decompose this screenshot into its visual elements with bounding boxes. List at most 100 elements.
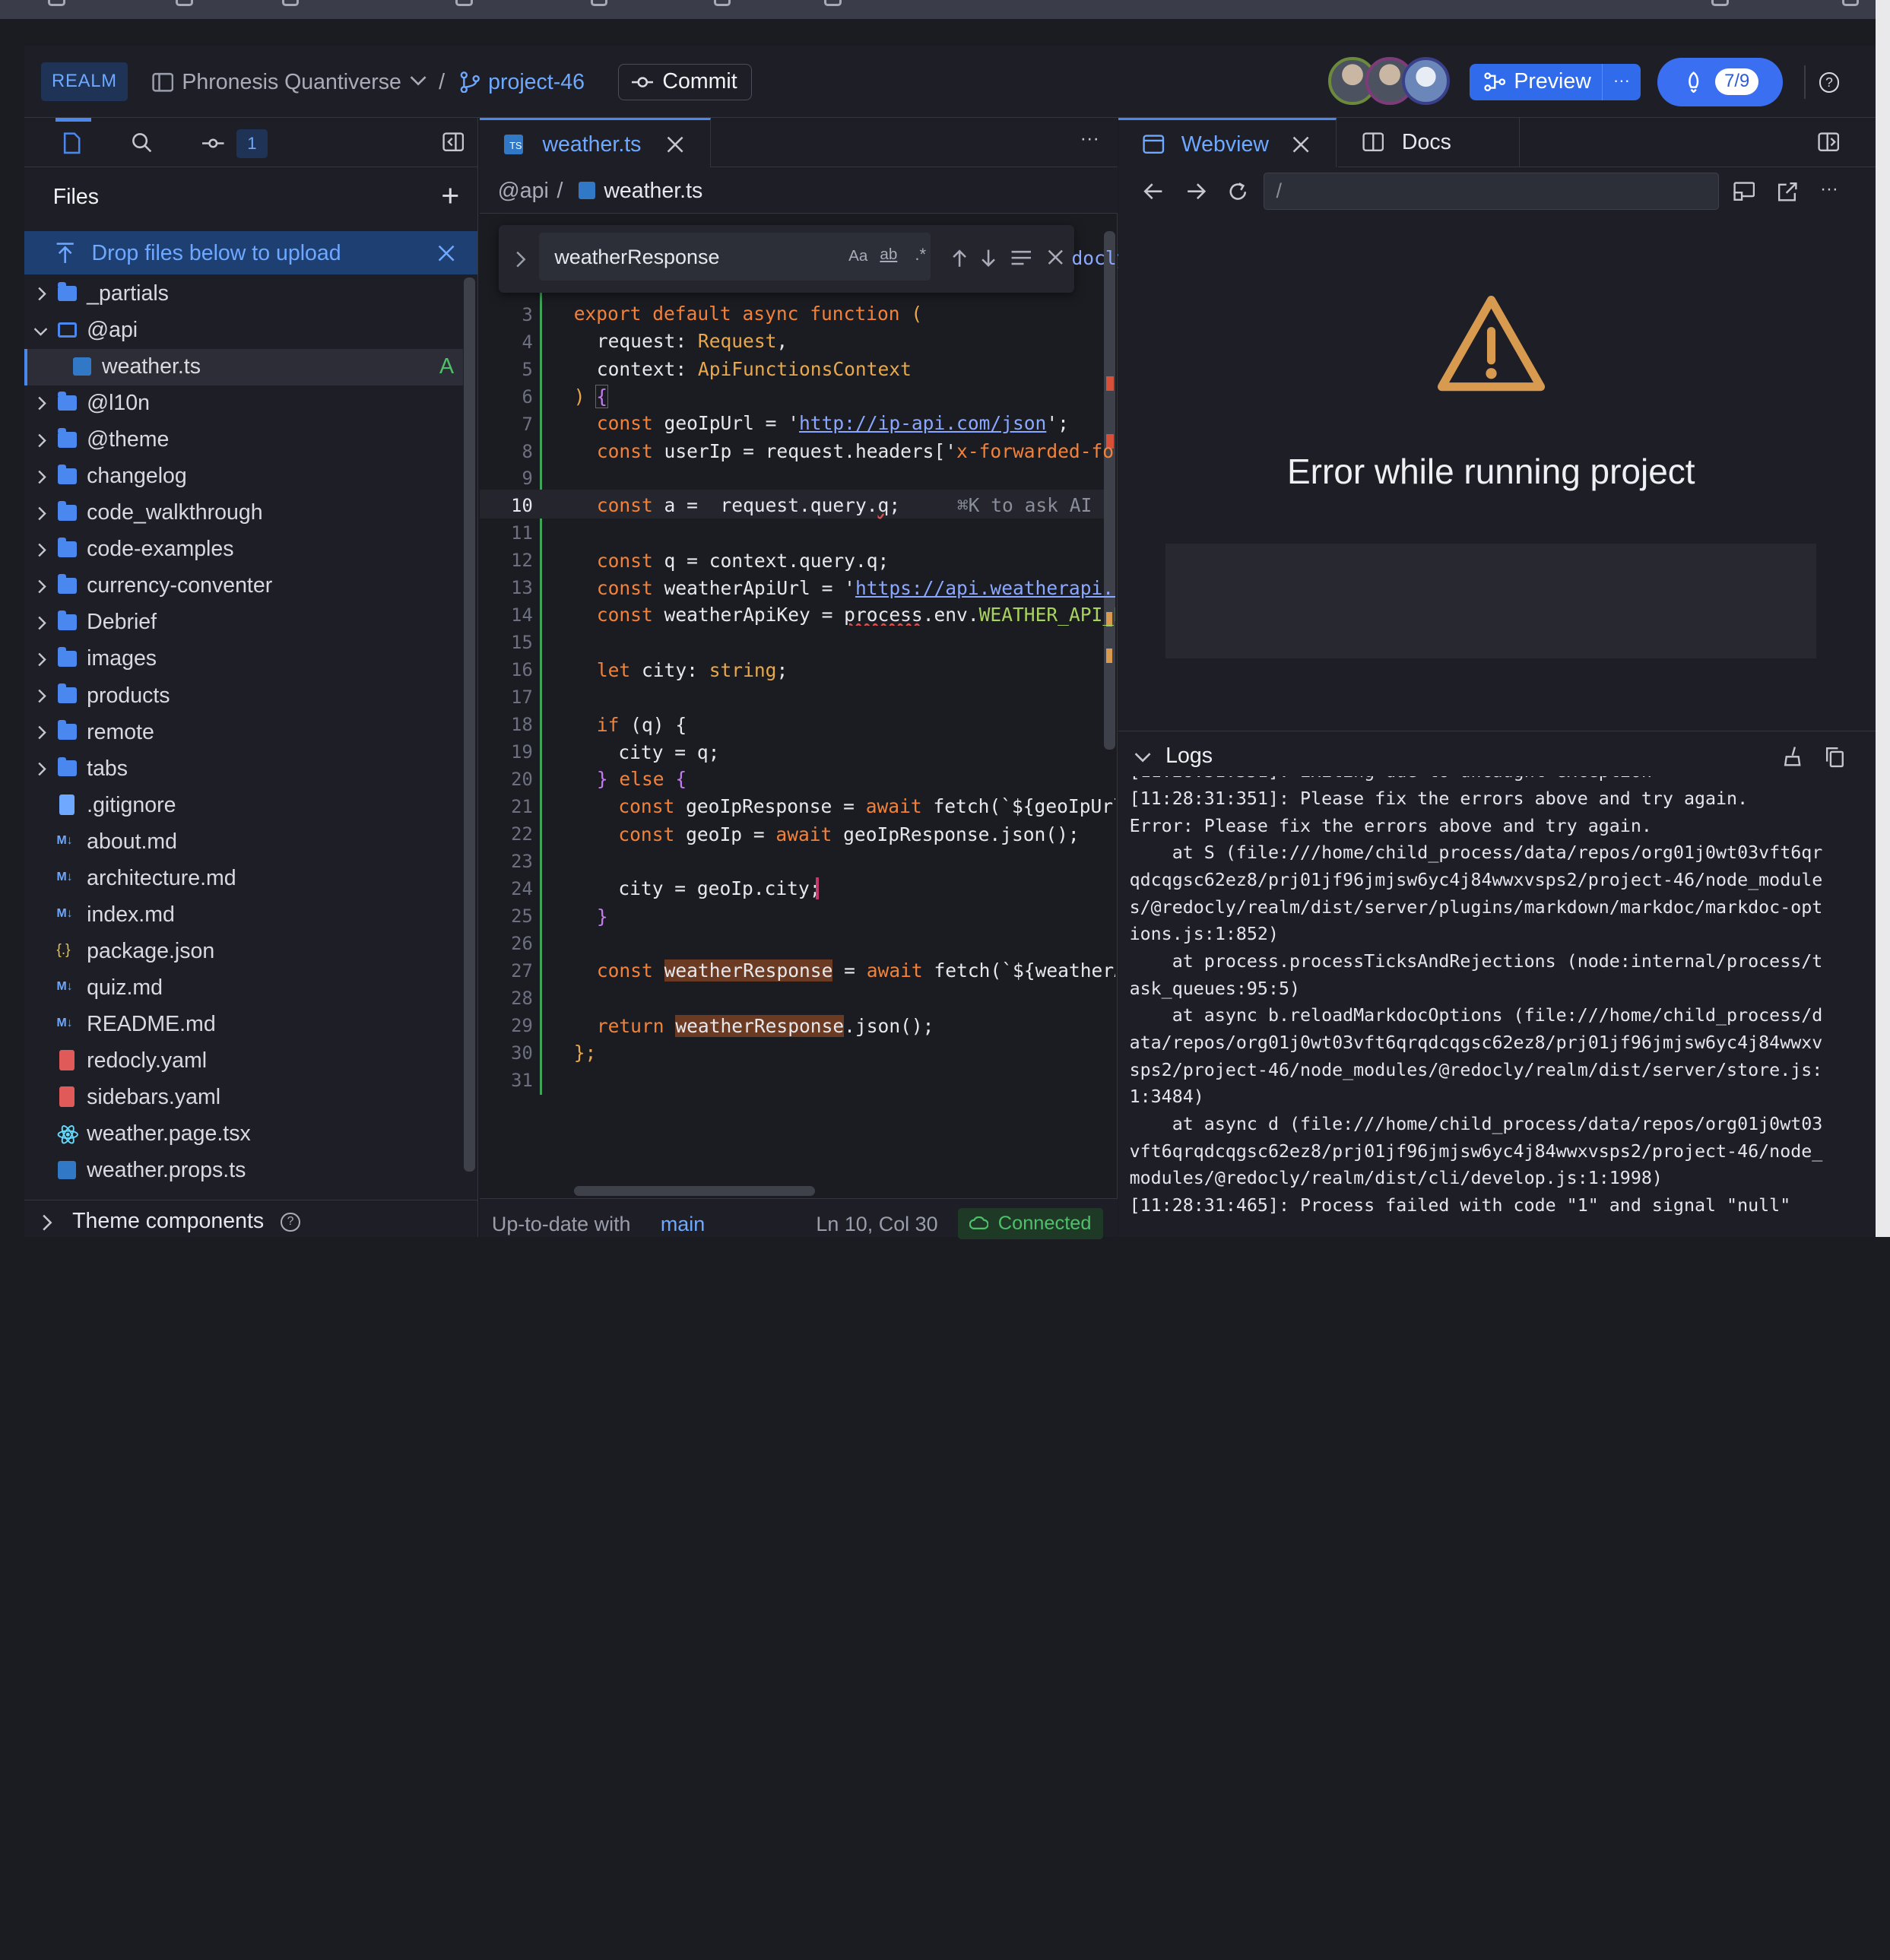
chevron-right-icon[interactable] <box>36 433 47 448</box>
file-tree-item[interactable]: Debrief <box>24 604 463 641</box>
branch-name[interactable]: project-46 <box>488 68 585 97</box>
preview-button[interactable]: Preview ··· <box>1469 64 1641 100</box>
file-tree-item[interactable]: currency-conventer <box>24 568 463 604</box>
code-line-13[interactable]: const weatherApiUrl = 'https://api.weath… <box>597 577 1115 599</box>
chevron-down-icon[interactable] <box>1134 751 1151 763</box>
code-line-3[interactable]: export default async function ( <box>574 303 922 325</box>
editor-more-button[interactable]: ··· <box>1080 128 1099 150</box>
find-in-selection-icon[interactable] <box>1010 249 1032 266</box>
arrow-down-icon[interactable] <box>980 249 997 268</box>
forward-arrow-icon[interactable] <box>1185 182 1207 201</box>
chevron-right-icon[interactable] <box>36 506 47 521</box>
code-line-20[interactable]: } else { <box>597 768 687 790</box>
file-tree-item[interactable]: redocly.yaml <box>24 1043 463 1080</box>
horizontal-scrollbar[interactable] <box>573 1186 815 1196</box>
code-line-14[interactable]: const weatherApiKey = process.env.WEATHE… <box>597 604 1115 626</box>
url-input[interactable]: / <box>1263 172 1719 210</box>
deploy-status-button[interactable]: 7/9 <box>1657 58 1783 106</box>
search-icon[interactable] <box>132 132 154 154</box>
status-branch[interactable]: main <box>661 1213 705 1236</box>
arrow-up-icon[interactable] <box>951 249 968 268</box>
code-line-6[interactable]: ) { <box>574 385 609 409</box>
code-line-16[interactable]: let city: string; <box>597 659 788 681</box>
breadcrumb-folder[interactable]: @api <box>498 179 549 204</box>
chevron-right-icon[interactable] <box>36 470 47 484</box>
regex-toggle[interactable]: .* <box>915 245 926 265</box>
file-tree-item[interactable]: remote <box>24 715 463 751</box>
cursor-position[interactable]: Ln 10, Col 30 <box>816 1213 937 1236</box>
code-line-27[interactable]: const weatherResponse = await fetch(`${w… <box>597 959 1115 982</box>
code-line-5[interactable]: context: ApiFunctionsContext <box>597 358 912 380</box>
code-url[interactable]: https://api.weatherapi.co <box>855 577 1115 599</box>
code-line-30[interactable]: }; <box>574 1042 597 1064</box>
chevron-right-icon[interactable] <box>36 689 47 703</box>
file-tree-item[interactable]: .gitignore <box>24 788 463 824</box>
chevron-right-icon[interactable] <box>41 1214 53 1231</box>
avatar[interactable] <box>1401 56 1451 105</box>
code-line-21[interactable]: const geoIpResponse = await fetch(`${geo… <box>618 795 1115 817</box>
help-icon[interactable]: ? <box>281 1213 300 1232</box>
chevron-right-icon[interactable] <box>36 543 47 557</box>
tab-weather-ts[interactable]: TS weather.ts <box>480 118 712 168</box>
code-line-12[interactable]: const q = context.query.q; <box>597 550 890 572</box>
logs-output[interactable]: [11:28:31:351]: Exiting due to uncaught … <box>1118 776 1876 1237</box>
file-tree-item[interactable]: _partials <box>24 276 463 312</box>
match-word-toggle[interactable]: ab <box>880 246 897 264</box>
back-arrow-icon[interactable] <box>1143 182 1165 201</box>
code-line-19[interactable]: city = q; <box>618 741 719 763</box>
file-tree-item[interactable]: M↓ index.md <box>24 897 463 934</box>
file-tree-item[interactable]: M↓ about.md <box>24 824 463 861</box>
device-icon[interactable] <box>1733 182 1755 201</box>
code-line-25[interactable]: } <box>597 905 608 928</box>
clear-logs-icon[interactable] <box>1783 746 1802 768</box>
chevron-right-icon[interactable] <box>36 579 47 594</box>
chevron-right-icon[interactable] <box>515 251 527 268</box>
refresh-icon[interactable] <box>1227 181 1249 203</box>
source-control-icon[interactable] <box>202 136 224 151</box>
close-icon[interactable] <box>667 136 683 153</box>
breadcrumb-file[interactable]: weather.ts <box>604 179 702 204</box>
file-tree-item[interactable]: code-examples <box>24 531 463 568</box>
code-line-24[interactable]: city = geoIp.city; <box>618 877 820 899</box>
chevron-right-icon[interactable] <box>36 287 47 301</box>
chevron-right-icon[interactable] <box>36 652 47 667</box>
close-icon[interactable] <box>438 245 455 262</box>
file-tree-item[interactable]: weather.ts A <box>24 349 463 385</box>
chevron-down-icon[interactable] <box>33 326 48 337</box>
split-view-icon[interactable] <box>1818 132 1840 152</box>
collapse-panel-icon[interactable] <box>442 132 465 152</box>
chevron-right-icon[interactable] <box>36 762 47 776</box>
file-tree-item[interactable]: weather.props.ts <box>24 1153 463 1189</box>
file-tree-item[interactable]: M↓ README.md <box>24 1007 463 1043</box>
add-file-button[interactable]: + <box>441 178 459 212</box>
close-icon[interactable] <box>1048 249 1064 265</box>
chevron-right-icon[interactable] <box>36 616 47 630</box>
preview-more-button[interactable]: ··· <box>1602 64 1641 100</box>
open-external-icon[interactable] <box>1777 181 1799 203</box>
chevron-down-icon[interactable] <box>410 75 427 87</box>
file-tree-item[interactable]: code_walkthrough <box>24 495 463 531</box>
find-input[interactable]: weatherResponse Aa ab .* <box>538 232 931 281</box>
code-line-7[interactable]: const geoIpUrl = 'http://ip-api.com/json… <box>597 412 1069 434</box>
file-tree-item[interactable]: changelog <box>24 458 463 495</box>
code-line-10[interactable]: const a = request.query.q; <box>597 494 900 516</box>
file-tree-item[interactable]: images <box>24 641 463 677</box>
copy-icon[interactable] <box>1825 746 1844 768</box>
theme-components-section[interactable]: Theme components <box>72 1209 264 1234</box>
code-line-22[interactable]: const geoIp = await geoIpResponse.json()… <box>618 823 1079 845</box>
files-tab-icon[interactable] <box>62 132 81 154</box>
file-tree-item[interactable]: M↓ architecture.md <box>24 861 463 897</box>
file-tree-item[interactable]: sidebars.yaml <box>24 1080 463 1116</box>
file-tree-item[interactable]: weather.page.tsx <box>24 1116 463 1153</box>
file-tree-item[interactable]: products <box>24 678 463 715</box>
file-tree-item[interactable]: {.} package.json <box>24 934 463 970</box>
file-tree-item[interactable]: @theme <box>24 422 463 458</box>
scrollbar[interactable] <box>464 277 475 1172</box>
workspace-selector[interactable]: Phronesis Quantiverse <box>182 68 401 97</box>
scrollbar[interactable] <box>1104 231 1115 750</box>
file-tree-item[interactable]: @l10n <box>24 385 463 422</box>
tab-docs[interactable]: Docs <box>1337 118 1521 168</box>
chevron-right-icon[interactable] <box>36 396 47 411</box>
file-tree-item[interactable]: tabs <box>24 751 463 788</box>
close-icon[interactable] <box>1292 136 1309 153</box>
